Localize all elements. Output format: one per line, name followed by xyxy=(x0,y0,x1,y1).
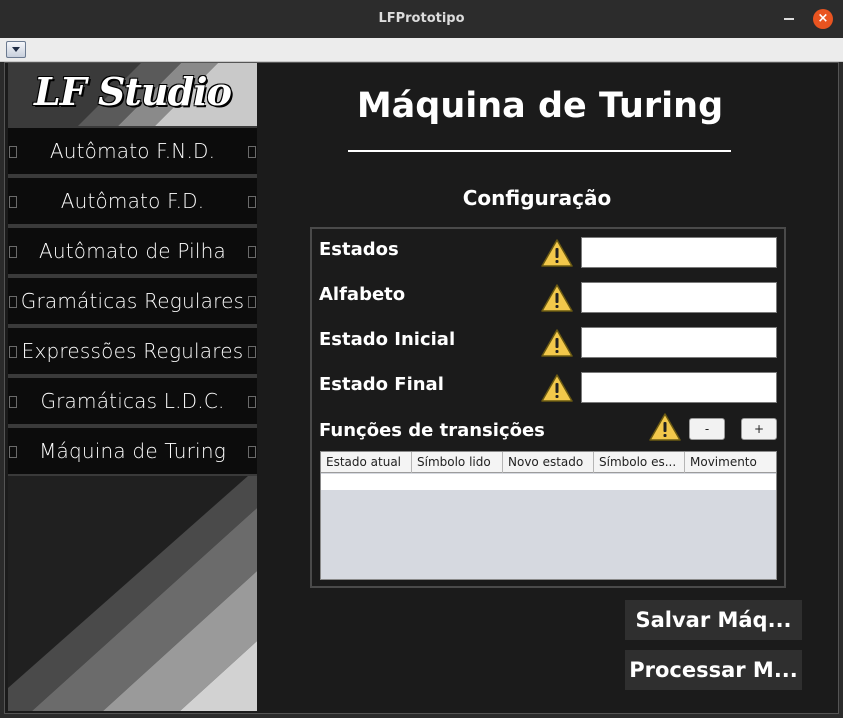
sidebar-item-label: Expressões Regulares xyxy=(21,339,244,363)
sidebar-decoration xyxy=(8,476,257,711)
sidebar-item-label: Autômato F.D. xyxy=(60,189,205,213)
initial-state-input[interactable] xyxy=(581,327,777,358)
section-title: Configuração xyxy=(462,186,612,210)
transitions-table[interactable]: Estado atual Símbolo lido Novo estado Sí… xyxy=(320,451,777,580)
column-header-novo-estado[interactable]: Novo estado xyxy=(503,452,594,473)
final-state-input[interactable] xyxy=(581,372,777,403)
remove-transition-button[interactable]: - xyxy=(689,418,725,440)
add-transition-button[interactable]: + xyxy=(741,418,777,440)
process-machine-button[interactable]: Processar M... xyxy=(625,650,802,690)
warning-icon xyxy=(541,374,573,402)
column-header-simbolo-escrito[interactable]: Símbolo es... xyxy=(594,452,685,473)
save-machine-button[interactable]: Salvar Máq... xyxy=(625,600,802,640)
sidebar-item-label: Autômato F.N.D. xyxy=(49,139,216,163)
column-header-movimento[interactable]: Movimento xyxy=(685,452,776,473)
logo: LF Studio xyxy=(8,63,257,126)
column-header-simbolo-lido[interactable]: Símbolo lido xyxy=(412,452,503,473)
states-input[interactable] xyxy=(581,237,777,268)
sidebar-item-label: Autômato de Pilha xyxy=(38,239,227,263)
page-title: Máquina de Turing xyxy=(356,86,724,126)
final-state-label: Estado Final xyxy=(319,374,444,395)
warning-icon xyxy=(541,239,573,267)
table-row[interactable] xyxy=(321,474,776,490)
menu-strip xyxy=(0,38,843,62)
sidebar-item-label: Gramáticas L.D.C. xyxy=(40,389,225,413)
table-header: Estado atual Símbolo lido Novo estado Sí… xyxy=(321,452,776,473)
title-divider xyxy=(348,150,731,152)
sidebar-item-label: Gramáticas Regulares xyxy=(20,289,245,313)
alphabet-input[interactable] xyxy=(581,282,777,313)
minimize-button[interactable] xyxy=(784,18,794,20)
warning-icon xyxy=(541,284,573,312)
sidebar-item-afd[interactable]: Autômato F.D. xyxy=(8,176,257,226)
sidebar-nav: Autômato F.N.D. Autômato F.D. Autômato d… xyxy=(8,126,257,476)
column-header-estado-atual[interactable]: Estado atual xyxy=(321,452,412,473)
warning-icon xyxy=(649,413,681,441)
sidebar-item-automato-pilha[interactable]: Autômato de Pilha xyxy=(8,226,257,276)
window-title: LFPrototipo xyxy=(378,11,465,26)
window-titlebar: LFPrototipo × xyxy=(0,0,843,38)
initial-state-label: Estado Inicial xyxy=(319,329,456,350)
transitions-label: Funções de transições xyxy=(319,420,545,441)
logo-text: LF Studio xyxy=(34,69,232,114)
chevron-down-icon xyxy=(12,47,20,52)
menu-dropdown-button[interactable] xyxy=(6,41,26,58)
sidebar-item-maquina-turing[interactable]: Máquina de Turing xyxy=(8,426,257,476)
sidebar: LF Studio Autômato F.N.D. Autômato F.D. … xyxy=(8,63,257,711)
states-label: Estados xyxy=(319,239,399,260)
sidebar-item-gramaticas-regulares[interactable]: Gramáticas Regulares xyxy=(8,276,257,326)
alphabet-label: Alfabeto xyxy=(319,284,406,305)
warning-icon xyxy=(541,329,573,357)
sidebar-item-expressoes-regulares[interactable]: Expressões Regulares xyxy=(8,326,257,376)
sidebar-item-label: Máquina de Turing xyxy=(39,439,226,463)
sidebar-item-gramaticas-ldc[interactable]: Gramáticas L.D.C. xyxy=(8,376,257,426)
close-button[interactable]: × xyxy=(813,9,833,29)
sidebar-item-afnd[interactable]: Autômato F.N.D. xyxy=(8,126,257,176)
